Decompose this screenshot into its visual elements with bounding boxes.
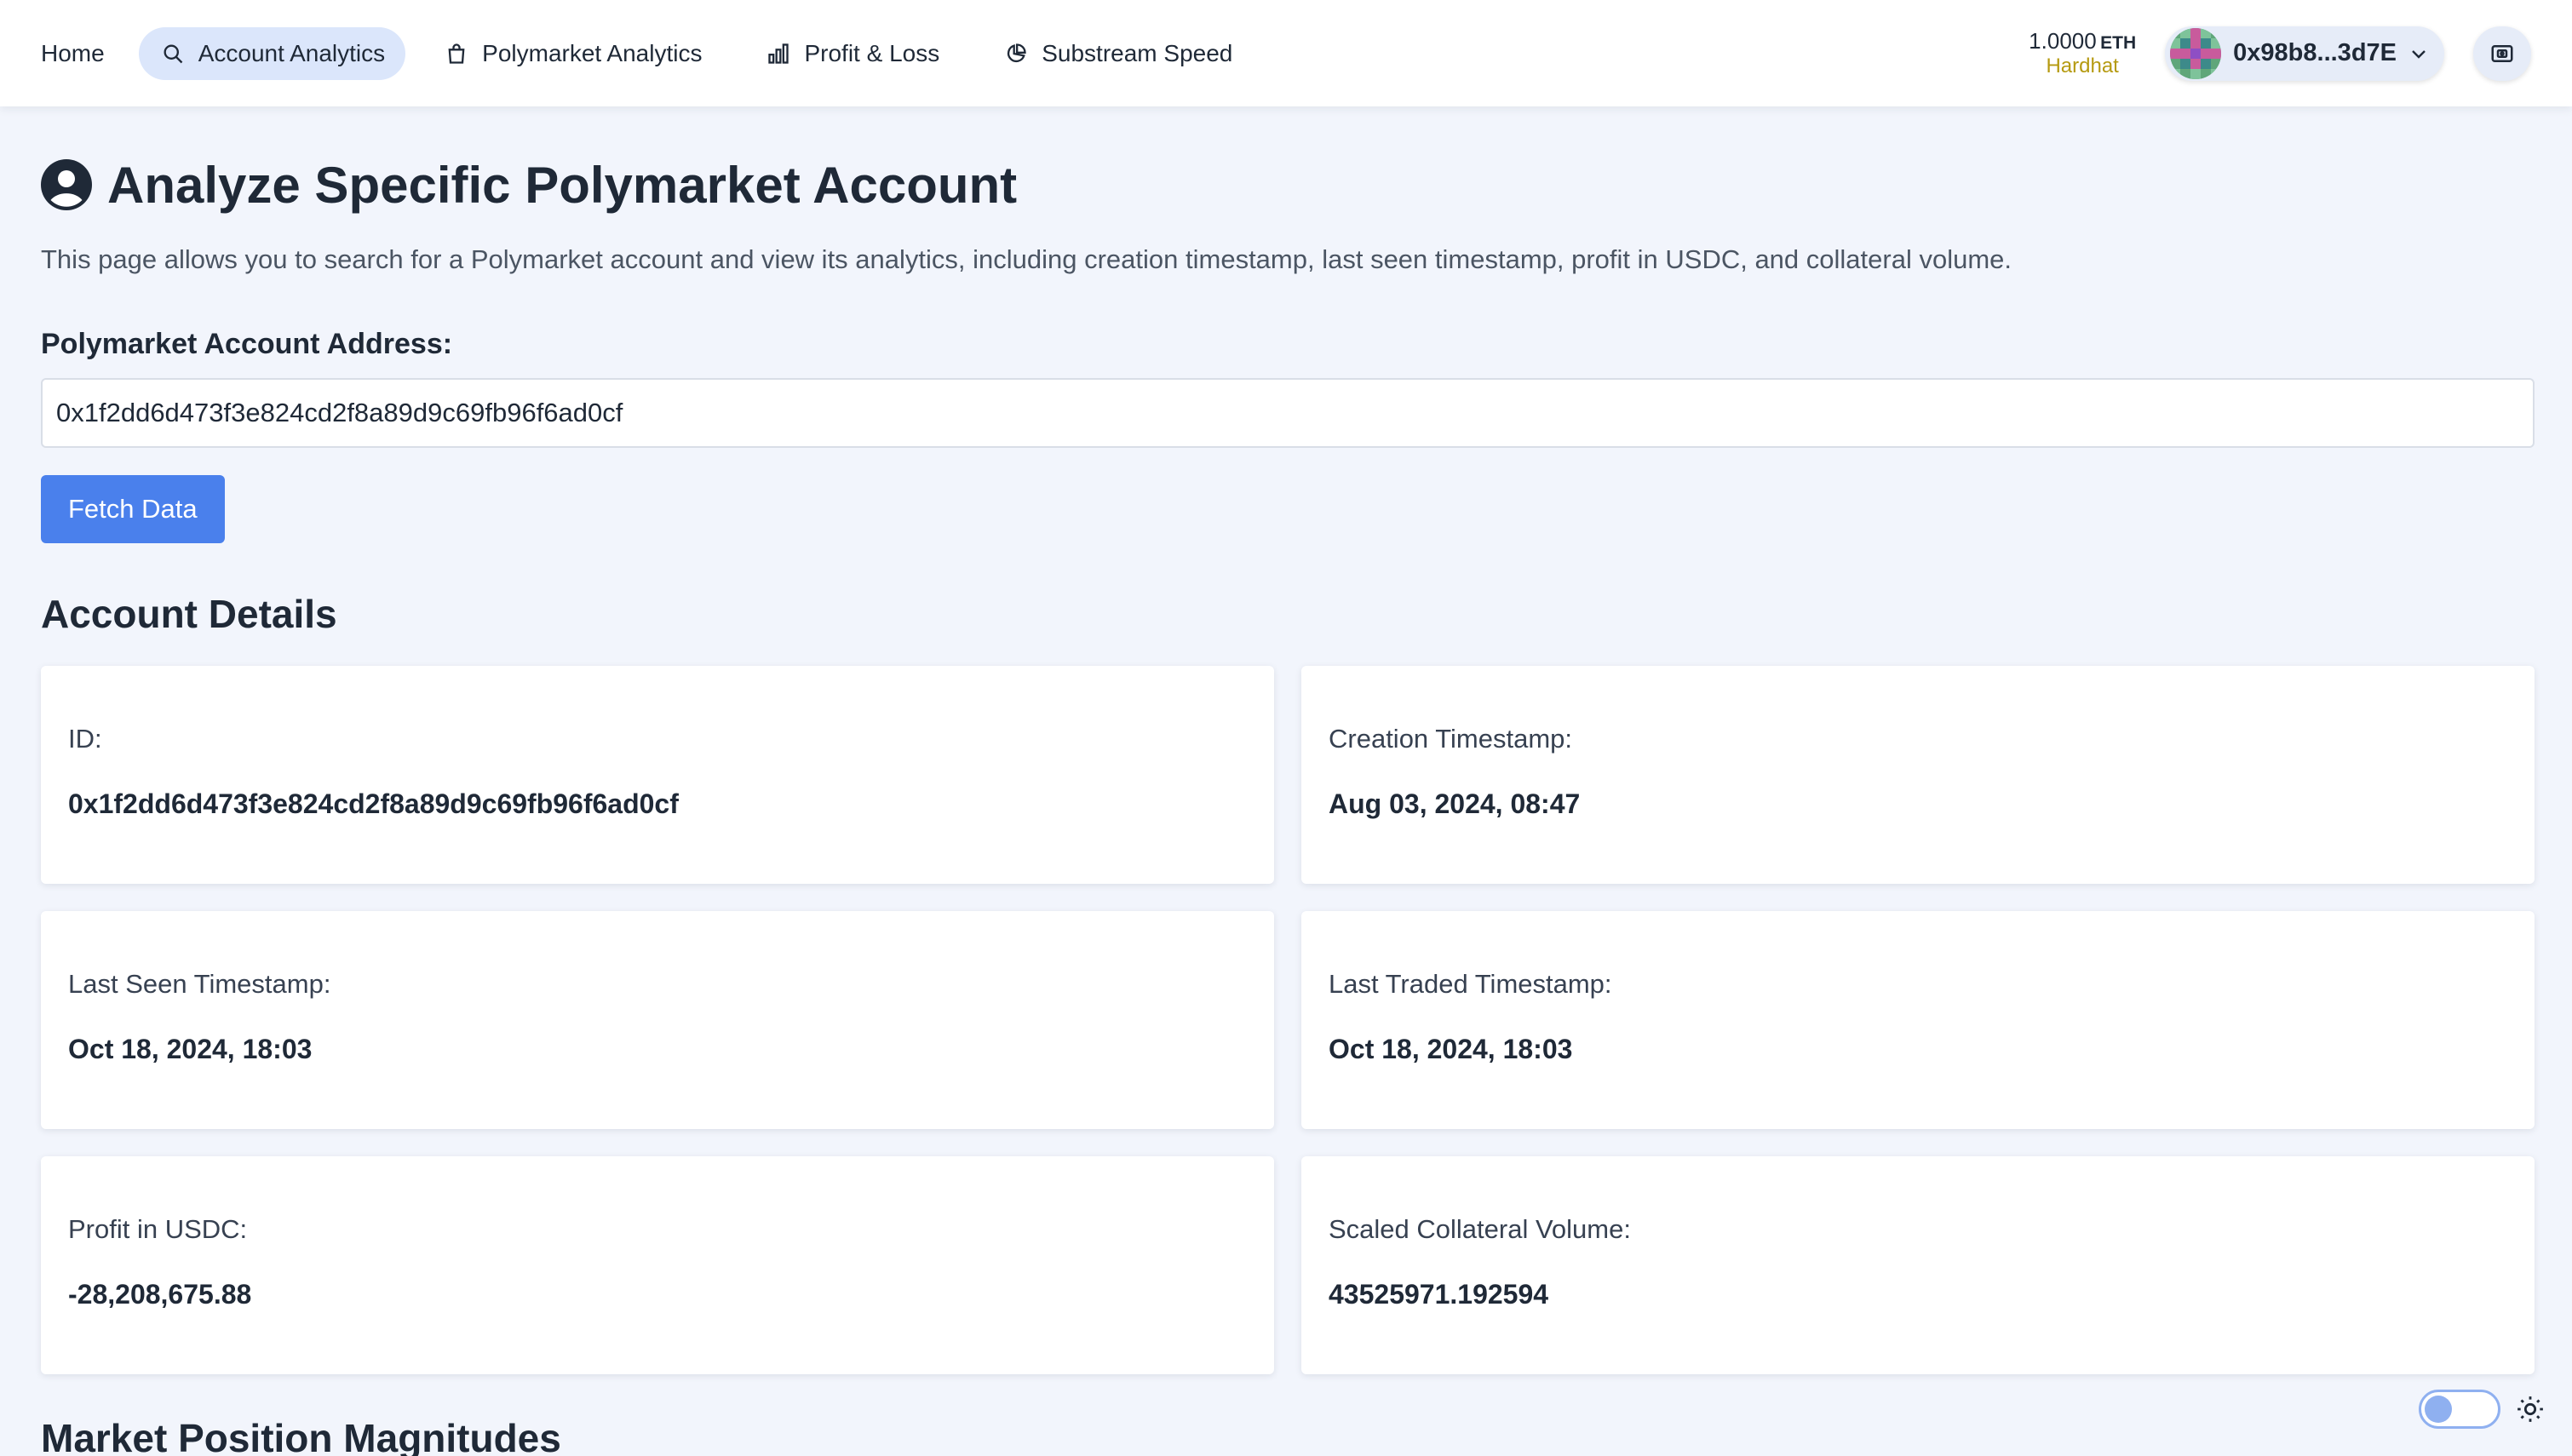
wallet-balance: 1.0000 ETH Hardhat <box>2029 27 2137 77</box>
detail-card-creation: Creation Timestamp: Aug 03, 2024, 08:47 <box>1301 666 2535 884</box>
network-name: Hardhat <box>2046 54 2119 77</box>
detail-card-id: ID: 0x1f2dd6d473f3e824cd2f8a89d9c69fb96f… <box>41 666 1274 884</box>
detail-card-last-traded: Last Traded Timestamp: Oct 18, 2024, 18:… <box>1301 911 2535 1129</box>
account-details-grid: ID: 0x1f2dd6d473f3e824cd2f8a89d9c69fb96f… <box>41 666 2535 1374</box>
detail-label: Profit in USDC: <box>68 1214 248 1244</box>
page-title: Analyze Specific Polymarket Account <box>41 151 2535 219</box>
fetch-data-button[interactable]: Fetch Data <box>41 475 225 543</box>
address-input[interactable] <box>41 378 2535 448</box>
detail-label: ID: <box>68 724 102 754</box>
detail-card-last-seen: Last Seen Timestamp: Oct 18, 2024, 18:03 <box>41 911 1274 1129</box>
nav-profit-loss[interactable]: Profit & Loss <box>741 27 965 80</box>
detail-label: Creation Timestamp: <box>1329 724 1572 754</box>
nav-substream-speed[interactable]: Substream Speed <box>979 27 1258 80</box>
nav-polymarket-analytics[interactable]: Polymarket Analytics <box>419 27 727 80</box>
avatar <box>2170 27 2222 79</box>
nav-profit-loss-label: Profit & Loss <box>804 39 940 66</box>
shopping-bag-icon <box>448 43 465 64</box>
detail-value: 43525971.192594 <box>1329 1279 1549 1310</box>
nav-right: 1.0000 ETH Hardhat 0x98b8...3d7E <box>2029 26 2531 81</box>
bar-chart-icon <box>768 43 789 64</box>
nav-home[interactable]: Home <box>41 27 125 80</box>
detail-label: Scaled Collateral Volume: <box>1329 1214 1631 1244</box>
account-button[interactable]: 0x98b8...3d7E <box>2165 26 2444 81</box>
detail-value: Oct 18, 2024, 18:03 <box>68 1034 313 1064</box>
detail-label: Last Seen Timestamp: <box>68 969 331 999</box>
detail-value: -28,208,675.88 <box>68 1279 252 1310</box>
address-label: Polymarket Account Address: <box>41 328 453 360</box>
detail-card-profit: Profit in USDC: -28,208,675.88 <box>41 1156 1274 1374</box>
main-content: Analyze Specific Polymarket Account This… <box>41 106 2535 1456</box>
wallet-qr-button[interactable] <box>2473 26 2531 81</box>
detail-value: 0x1f2dd6d473f3e824cd2f8a89d9c69fb96f6ad0… <box>68 788 679 819</box>
user-circle-icon <box>41 159 92 210</box>
nav-links: Home Account Analytics Polymarket Analyt… <box>41 26 1258 80</box>
account-details-title: Account Details <box>41 592 337 636</box>
market-position-magnitudes-title: Market Position Magnitudes <box>41 1416 561 1456</box>
nav-home-label: Home <box>41 39 105 66</box>
theme-toggle[interactable] <box>2419 1390 2500 1429</box>
detail-label: Last Traded Timestamp: <box>1329 969 1612 999</box>
search-icon <box>164 44 183 63</box>
toggle-knob <box>2425 1396 2452 1423</box>
account-address: 0x98b8...3d7E <box>2233 39 2397 66</box>
nav-substream-speed-label: Substream Speed <box>1042 39 1233 66</box>
top-navbar: Home Account Analytics Polymarket Analyt… <box>0 0 2572 106</box>
nav-account-analytics[interactable]: Account Analytics <box>138 26 406 80</box>
sun-icon <box>2517 1396 2543 1422</box>
balance-amount: 1.0000 <box>2029 27 2097 54</box>
balance-unit: ETH <box>2100 32 2137 53</box>
chevron-down-icon <box>2412 49 2426 59</box>
pie-chart-icon <box>1008 43 1026 62</box>
qr-code-icon <box>2491 44 2513 62</box>
page-title-text: Analyze Specific Polymarket Account <box>107 156 1018 214</box>
page-description: This page allows you to search for a Pol… <box>41 244 2012 274</box>
detail-value: Aug 03, 2024, 08:47 <box>1329 788 1581 819</box>
detail-card-collateral: Scaled Collateral Volume: 43525971.19259… <box>1301 1156 2535 1374</box>
nav-account-analytics-label: Account Analytics <box>198 39 386 66</box>
detail-value: Oct 18, 2024, 18:03 <box>1329 1034 1573 1064</box>
nav-polymarket-analytics-label: Polymarket Analytics <box>482 39 703 66</box>
